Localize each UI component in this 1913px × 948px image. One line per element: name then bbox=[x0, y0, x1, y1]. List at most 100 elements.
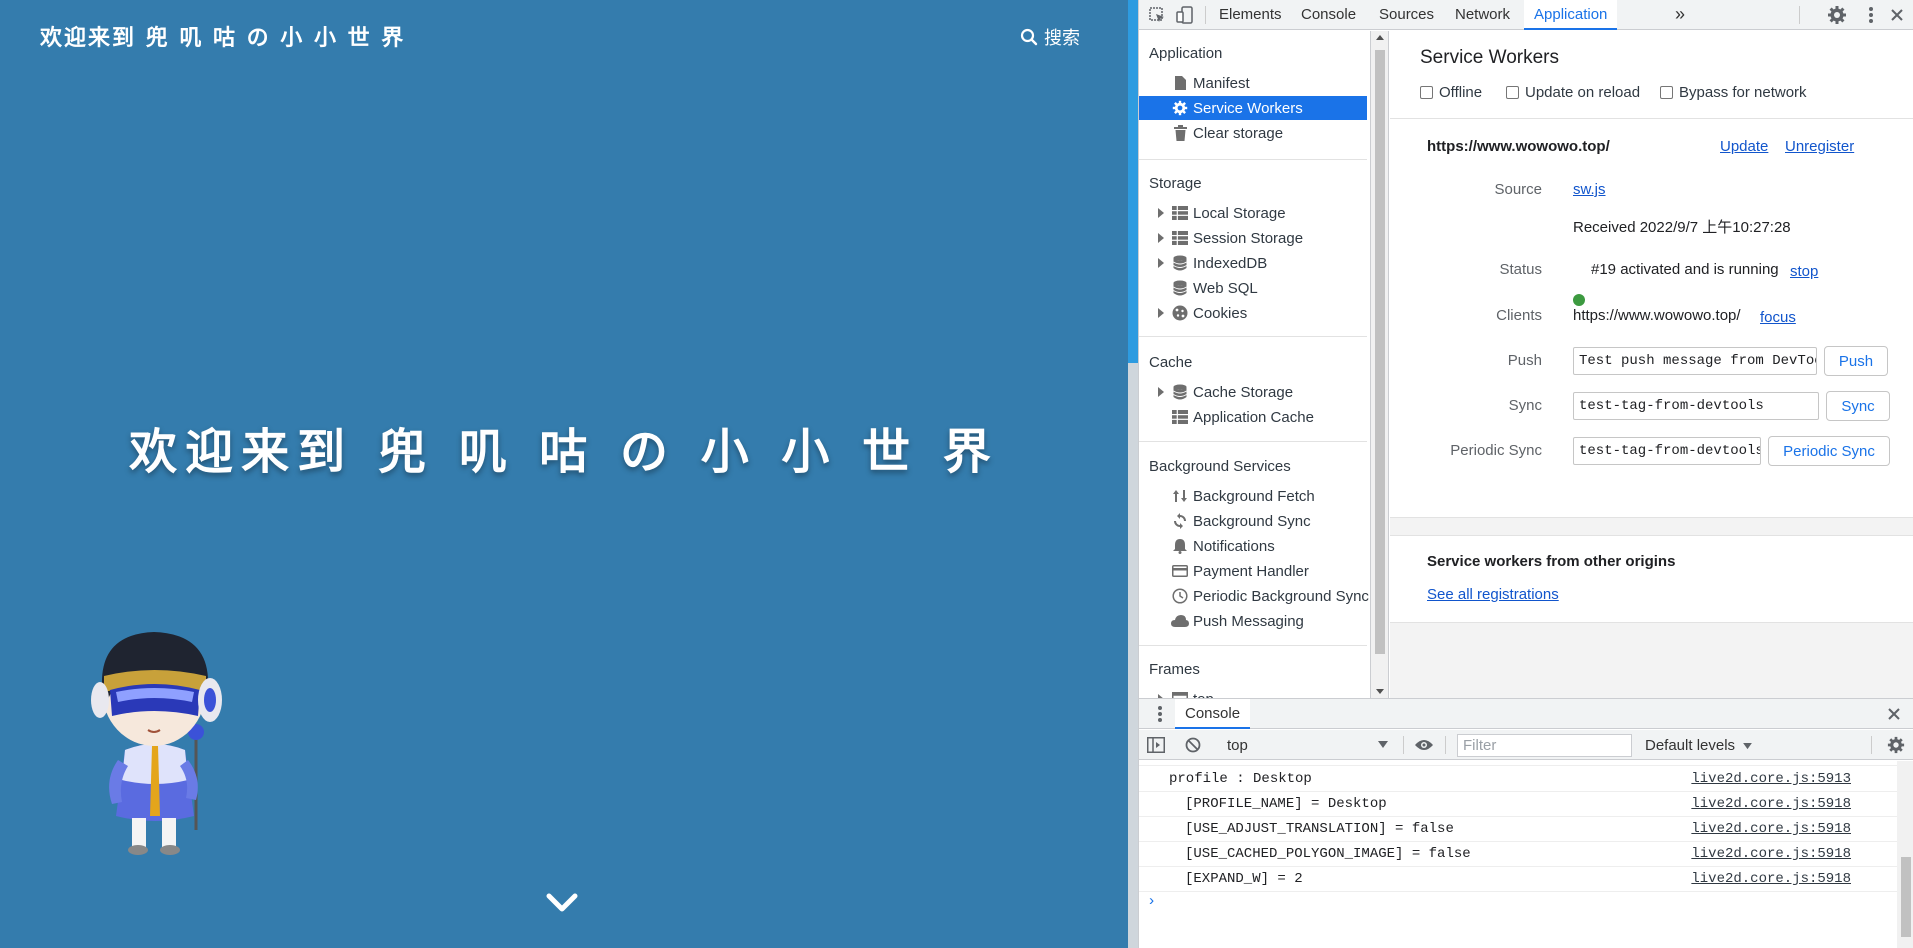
sync-tag-input[interactable]: test-tag-from-devtools bbox=[1573, 392, 1819, 420]
toolbar-divider bbox=[1403, 736, 1404, 754]
cookie-icon bbox=[1171, 304, 1189, 322]
update-link[interactable]: Update bbox=[1720, 138, 1768, 155]
console-scrollbar-thumb[interactable] bbox=[1901, 857, 1911, 937]
sidebar-item-push-messaging[interactable]: Push Messaging bbox=[1139, 609, 1367, 633]
console-filter-input[interactable]: Filter bbox=[1457, 734, 1632, 757]
log-line: [USE_ADJUST_TRANSLATION] = false live2d.… bbox=[1139, 817, 1897, 842]
log-source-link[interactable]: live2d.core.js:5913 bbox=[1691, 771, 1851, 787]
clients-label: Clients bbox=[1496, 307, 1542, 324]
application-sidebar: Application Manifest Service Workers Cle… bbox=[1139, 31, 1371, 698]
sidebar-item-label: Background Fetch bbox=[1193, 487, 1315, 505]
live-expression-eye-icon[interactable] bbox=[1414, 738, 1434, 752]
page-scrollbar-thumb[interactable] bbox=[1128, 0, 1138, 363]
unregister-link[interactable]: Unregister bbox=[1785, 138, 1854, 155]
dropdown-arrow-icon bbox=[1378, 741, 1388, 748]
sidebar-scrollbar-thumb[interactable] bbox=[1375, 50, 1385, 654]
offline-checkbox[interactable]: Offline bbox=[1420, 84, 1482, 101]
show-sidebar-icon[interactable] bbox=[1147, 737, 1165, 753]
toolbar-divider bbox=[1205, 6, 1206, 24]
sidebar-item-notifications[interactable]: Notifications bbox=[1139, 534, 1367, 558]
log-source-link[interactable]: live2d.core.js:5918 bbox=[1691, 821, 1851, 837]
site-brand[interactable]: 欢迎来到 兜 叽 咕 の 小 小 世 界 bbox=[40, 20, 405, 52]
live2d-mascot[interactable] bbox=[80, 620, 230, 860]
checkbox-box[interactable] bbox=[1420, 86, 1433, 99]
tab-application[interactable]: Application bbox=[1524, 0, 1618, 30]
tab-network[interactable]: Network bbox=[1445, 0, 1520, 30]
log-levels-select[interactable]: Default levels bbox=[1645, 734, 1753, 757]
periodic-sync-tag-input[interactable]: test-tag-from-devtools bbox=[1573, 437, 1761, 465]
sidebar-item-local-storage[interactable]: Local Storage bbox=[1139, 201, 1367, 225]
sidebar-item-clear-storage[interactable]: Clear storage bbox=[1139, 121, 1367, 145]
sidebar-item-manifest[interactable]: Manifest bbox=[1139, 71, 1367, 95]
sidebar-item-frame-top[interactable]: top bbox=[1139, 687, 1367, 698]
settings-gear-icon[interactable] bbox=[1825, 3, 1849, 27]
search-icon bbox=[1020, 28, 1038, 46]
status-text: #19 activated and is running bbox=[1591, 261, 1779, 278]
focus-link[interactable]: focus bbox=[1760, 309, 1796, 326]
console-log-area: profile : Desktop live2d.core.js:5913 [P… bbox=[1139, 761, 1897, 948]
tab-elements[interactable]: Elements bbox=[1209, 0, 1292, 30]
sidebar-item-cookies[interactable]: Cookies bbox=[1139, 301, 1367, 325]
expand-arrow-icon[interactable] bbox=[1157, 208, 1165, 218]
log-line: [EXPAND_W] = 2 live2d.core.js:5918 bbox=[1139, 867, 1897, 892]
site-search-button[interactable]: 搜索 bbox=[1020, 24, 1080, 50]
sidebar-divider bbox=[1139, 336, 1367, 337]
database-icon bbox=[1171, 279, 1189, 297]
expand-arrow-icon[interactable] bbox=[1157, 308, 1165, 318]
bypass-for-network-checkbox[interactable]: Bypass for network bbox=[1660, 84, 1807, 101]
drawer-tab-console[interactable]: Console bbox=[1175, 699, 1251, 729]
sidebar-item-indexeddb[interactable]: IndexedDB bbox=[1139, 251, 1367, 275]
kebab-menu-icon[interactable] bbox=[1859, 3, 1883, 27]
expand-arrow-icon[interactable] bbox=[1157, 233, 1165, 243]
credit-card-icon bbox=[1171, 562, 1189, 580]
execution-context-select[interactable]: top bbox=[1219, 733, 1394, 757]
periodic-sync-button[interactable]: Periodic Sync bbox=[1768, 436, 1890, 466]
log-source-link[interactable]: live2d.core.js:5918 bbox=[1691, 846, 1851, 862]
clear-console-icon[interactable] bbox=[1185, 737, 1201, 753]
up-down-arrows-icon bbox=[1171, 487, 1189, 505]
log-source-link[interactable]: live2d.core.js:5918 bbox=[1691, 796, 1851, 812]
close-drawer-icon[interactable] bbox=[1887, 707, 1901, 721]
hero-title: 欢迎来到 兜 叽 咕 の 小 小 世 界 bbox=[129, 424, 999, 480]
drawer-menu-icon[interactable] bbox=[1157, 705, 1163, 723]
sidebar-item-session-storage[interactable]: Session Storage bbox=[1139, 226, 1367, 250]
frame-icon bbox=[1171, 690, 1189, 698]
sidebar-item-payment-handler[interactable]: Payment Handler bbox=[1139, 559, 1367, 583]
sidebar-item-web-sql[interactable]: Web SQL bbox=[1139, 276, 1367, 300]
status-label: Status bbox=[1499, 261, 1542, 278]
inspect-element-icon[interactable] bbox=[1145, 3, 1169, 27]
see-all-registrations-link[interactable]: See all registrations bbox=[1427, 586, 1559, 603]
more-tabs-icon[interactable]: » bbox=[1669, 0, 1691, 30]
sidebar-item-background-sync[interactable]: Background Sync bbox=[1139, 509, 1367, 533]
console-settings-gear-icon[interactable] bbox=[1887, 736, 1905, 754]
sidebar-item-label: Background Sync bbox=[1193, 512, 1311, 530]
stop-link[interactable]: stop bbox=[1790, 263, 1818, 280]
scroll-down-chevron-icon[interactable] bbox=[544, 888, 580, 916]
sidebar-item-periodic-background-sync[interactable]: Periodic Background Sync bbox=[1139, 584, 1369, 608]
sidebar-item-background-fetch[interactable]: Background Fetch bbox=[1139, 484, 1367, 508]
expand-arrow-icon[interactable] bbox=[1157, 258, 1165, 268]
checkbox-box[interactable] bbox=[1660, 86, 1673, 99]
console-prompt[interactable]: › bbox=[1147, 893, 1156, 910]
toolbar-divider bbox=[1871, 736, 1872, 754]
log-source-link[interactable]: live2d.core.js:5918 bbox=[1691, 871, 1851, 887]
tab-sources[interactable]: Sources bbox=[1369, 0, 1444, 30]
checkbox-box[interactable] bbox=[1506, 86, 1519, 99]
push-message-input[interactable]: Test push message from DevTools. bbox=[1573, 347, 1817, 375]
tab-console[interactable]: Console bbox=[1291, 0, 1366, 30]
sidebar-item-application-cache[interactable]: Application Cache bbox=[1139, 405, 1367, 429]
push-button[interactable]: Push bbox=[1824, 346, 1888, 376]
close-devtools-icon[interactable] bbox=[1885, 3, 1909, 27]
source-file-link[interactable]: sw.js bbox=[1573, 181, 1606, 198]
scroll-up-arrow-icon[interactable] bbox=[1371, 31, 1389, 45]
expand-arrow-icon[interactable] bbox=[1157, 387, 1165, 397]
device-toolbar-icon[interactable] bbox=[1173, 3, 1197, 27]
sync-button[interactable]: Sync bbox=[1826, 391, 1890, 421]
gear-icon bbox=[1171, 99, 1189, 117]
sidebar-item-cache-storage[interactable]: Cache Storage bbox=[1139, 380, 1367, 404]
scroll-down-arrow-icon[interactable] bbox=[1371, 684, 1389, 698]
push-label: Push bbox=[1507, 352, 1542, 369]
sidebar-item-service-workers[interactable]: Service Workers bbox=[1139, 96, 1367, 120]
update-on-reload-checkbox[interactable]: Update on reload bbox=[1506, 84, 1640, 101]
console-toolbar: top Filter Default levels bbox=[1139, 730, 1913, 760]
